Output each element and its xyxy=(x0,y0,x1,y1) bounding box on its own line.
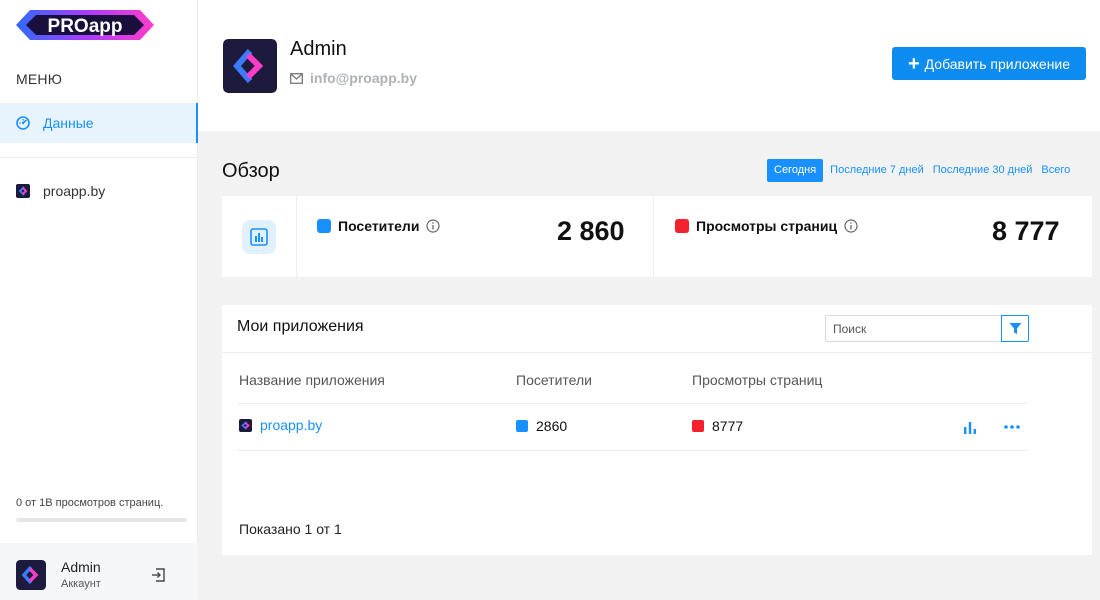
period-30-days[interactable]: Последние 30 дней xyxy=(933,159,1033,182)
period-all[interactable]: Всего xyxy=(1041,159,1070,182)
profile-header: Admin info@proapp.by + Добавить приложен… xyxy=(198,0,1100,131)
table-divider xyxy=(238,450,1028,451)
user-email: info@proapp.by xyxy=(290,70,417,86)
pageviews-cell-value: 8777 xyxy=(712,418,744,434)
account-name: Admin xyxy=(61,559,101,575)
stats-icon-box xyxy=(242,220,276,254)
pageviews-value: 8 777 xyxy=(992,216,1060,246)
visitors-swatch xyxy=(516,420,528,432)
sidebar: PROapp МЕНЮ Данные proapp.by 0 от 1В про… xyxy=(0,0,198,600)
app-name-link[interactable]: proapp.by xyxy=(239,417,322,433)
sidebar-app-proapp[interactable]: proapp.by xyxy=(16,183,105,199)
stats-bars-icon xyxy=(964,422,976,434)
app-name: proapp.by xyxy=(260,417,323,433)
visitors-label: Посетители xyxy=(338,218,420,234)
filter-button[interactable] xyxy=(1001,315,1029,342)
quota-text: 0 от 1В просмотров страниц. xyxy=(16,497,164,509)
period-today[interactable]: Сегодня xyxy=(767,159,824,182)
overview-title: Обзор xyxy=(222,160,280,182)
column-header-name: Название приложения xyxy=(239,372,385,388)
my-apps-card: Мои приложения Название приложения Посет… xyxy=(222,305,1092,555)
menu-title: МЕНЮ xyxy=(16,71,63,87)
sidebar-item-data[interactable]: Данные xyxy=(0,103,198,143)
app-logo-icon xyxy=(239,418,252,432)
more-options-button[interactable] xyxy=(1003,418,1021,436)
stats-card: Посетители 2 860 Просмотры страниц 8 777 xyxy=(222,196,1092,277)
quota-progress-bar xyxy=(16,518,187,522)
bar-chart-icon xyxy=(250,228,268,246)
add-app-button[interactable]: + Добавить приложение xyxy=(892,47,1086,80)
sidebar-divider xyxy=(0,157,198,158)
add-app-label: Добавить приложение xyxy=(924,55,1071,72)
my-apps-title: Мои приложения xyxy=(237,318,364,335)
pageviews-label: Просмотры страниц xyxy=(696,218,838,234)
avatar[interactable] xyxy=(16,560,46,590)
visitors-legend-swatch xyxy=(317,219,331,233)
plus-icon: + xyxy=(907,52,920,75)
sidebar-item-label: Данные xyxy=(43,115,94,131)
visitors-stat-label: Посетители xyxy=(317,218,441,234)
pageviews-cell: 8777 xyxy=(692,418,743,434)
account-panel: Admin Аккаунт xyxy=(0,543,198,600)
filter-icon xyxy=(1009,323,1021,334)
sidebar-app-label: proapp.by xyxy=(43,183,106,199)
period-7-days[interactable]: Последние 7 дней xyxy=(830,159,924,182)
info-icon[interactable] xyxy=(426,219,441,233)
column-header-visitors: Посетители xyxy=(516,372,592,388)
user-email-text: info@proapp.by xyxy=(310,70,417,86)
column-header-pageviews: Просмотры страниц xyxy=(692,372,823,388)
pageviews-legend-swatch xyxy=(675,219,689,233)
account-subtitle: Аккаунт xyxy=(61,578,101,590)
table-divider xyxy=(238,403,1028,404)
pagination-summary: Показано 1 от 1 xyxy=(239,521,342,537)
mail-icon xyxy=(290,72,303,84)
main-content: Admin info@proapp.by + Добавить приложен… xyxy=(198,0,1100,600)
info-icon[interactable] xyxy=(844,219,858,233)
visitors-value: 2 860 xyxy=(557,216,625,246)
logo-text: PROapp xyxy=(48,16,123,37)
user-name: Admin xyxy=(290,38,347,60)
pageviews-stat-label: Просмотры страниц xyxy=(675,218,858,234)
card-header-divider xyxy=(222,352,1092,353)
visitors-cell-value: 2860 xyxy=(536,418,568,434)
logout-icon[interactable] xyxy=(150,567,166,583)
proapp-logo[interactable]: PROapp xyxy=(16,8,154,42)
dashboard-icon xyxy=(16,116,30,130)
user-avatar xyxy=(223,39,277,93)
visitors-cell: 2860 xyxy=(516,418,567,434)
search-input[interactable] xyxy=(825,315,1002,342)
more-dots-icon xyxy=(1004,425,1020,429)
app-logo-icon xyxy=(16,184,30,198)
pageviews-swatch xyxy=(692,420,704,432)
period-selector: Сегодня Последние 7 дней Последние 30 дн… xyxy=(767,159,1079,182)
stats-divider xyxy=(296,196,297,277)
stats-button[interactable] xyxy=(961,418,979,436)
stats-divider xyxy=(653,196,654,277)
